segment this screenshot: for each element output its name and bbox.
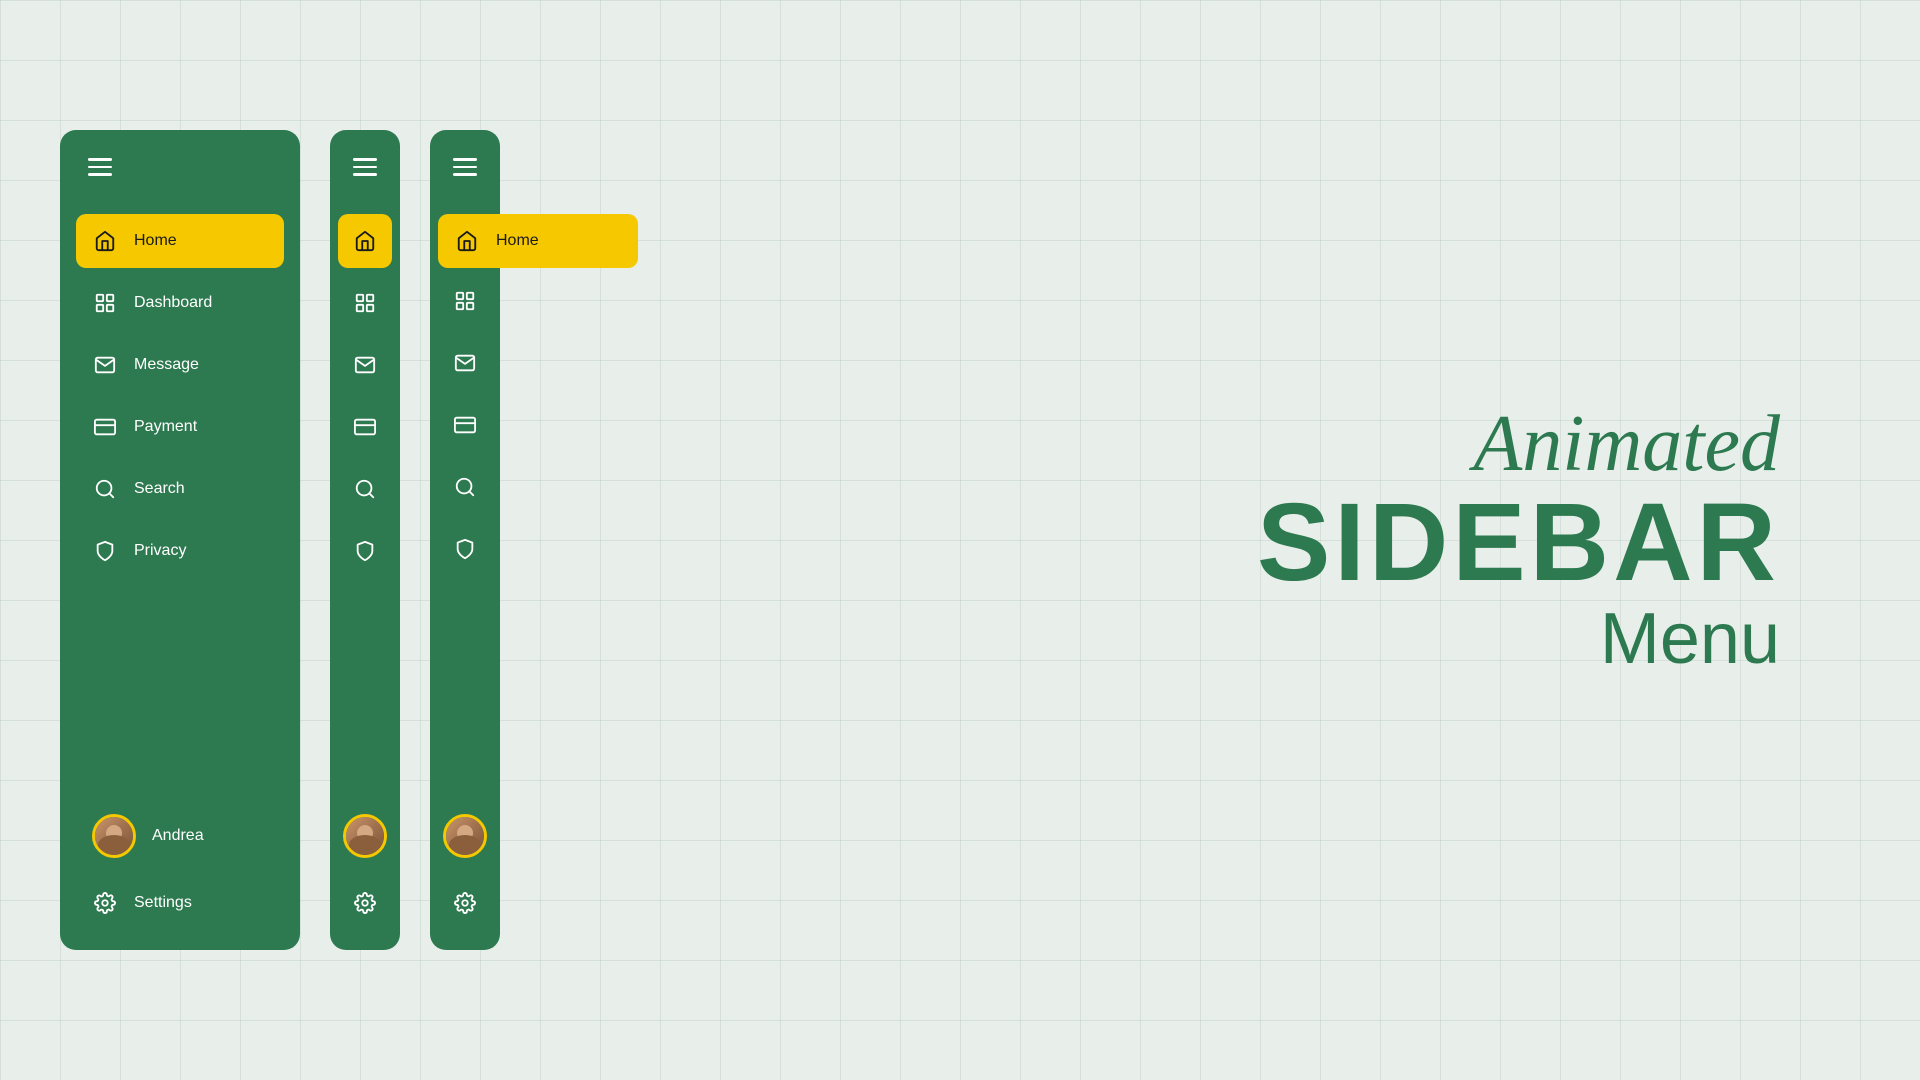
nav-item-settings-3[interactable] xyxy=(438,876,492,930)
search-icon-3 xyxy=(452,474,478,500)
avatar-image xyxy=(95,817,133,855)
user-profile-item-3[interactable] xyxy=(433,804,497,868)
nav-label-search: Search xyxy=(134,480,185,498)
sidebar-bottom-3 xyxy=(430,804,500,930)
nav-item-message[interactable]: Message xyxy=(76,338,284,392)
sidebar-bottom-2 xyxy=(330,804,400,930)
nav-item-home-2[interactable] xyxy=(338,214,392,268)
nav-item-dashboard[interactable]: Dashboard xyxy=(76,276,284,330)
hamburger-line-2 xyxy=(88,166,112,169)
settings-icon-3 xyxy=(452,890,478,916)
sidebar-icon-only xyxy=(330,130,400,950)
privacy-icon xyxy=(92,538,118,564)
settings-icon xyxy=(92,890,118,916)
hamburger-line-2-2 xyxy=(353,166,377,169)
nav-item-privacy-3[interactable] xyxy=(438,522,492,576)
avatar-image-3 xyxy=(446,817,484,855)
nav-item-message-3[interactable] xyxy=(438,336,492,390)
hamburger-line-2-3 xyxy=(353,173,377,176)
nav-item-home[interactable]: Home xyxy=(76,214,284,268)
nav-item-search-2[interactable] xyxy=(338,462,392,516)
sidebars-container: Home Dashboard xyxy=(60,30,500,1050)
nav-items-icon-only xyxy=(330,214,400,805)
nav-item-payment-2[interactable] xyxy=(338,400,392,454)
nav-item-privacy[interactable]: Privacy xyxy=(76,524,284,578)
heading-sidebar: SIDEBAR xyxy=(1257,488,1780,598)
hamburger-line-3-2 xyxy=(453,166,477,169)
nav-label-message: Message xyxy=(134,356,199,374)
hamburger-line-2-1 xyxy=(353,158,377,161)
privacy-icon-3 xyxy=(452,536,478,562)
message-icon-3 xyxy=(452,350,478,376)
hamburger-button[interactable] xyxy=(80,150,120,184)
sidebar-bottom-expanded: Andrea Settings xyxy=(76,804,284,930)
nav-item-payment[interactable]: Payment xyxy=(76,400,284,454)
main-content: Home Dashboard xyxy=(0,0,1920,1080)
heading-block: Animated SIDEBAR Menu xyxy=(1257,400,1780,680)
heading-menu: Menu xyxy=(1257,598,1780,680)
privacy-icon-2 xyxy=(352,538,378,564)
nav-label-settings: Settings xyxy=(134,894,192,912)
user-name: Andrea xyxy=(152,827,204,845)
message-icon-2 xyxy=(352,352,378,378)
hamburger-line-3-3 xyxy=(453,173,477,176)
nav-label-privacy: Privacy xyxy=(134,542,186,560)
search-icon xyxy=(92,476,118,502)
nav-item-payment-3[interactable] xyxy=(438,398,492,452)
nav-item-settings-2[interactable] xyxy=(338,876,392,930)
nav-label-payment: Payment xyxy=(134,418,197,436)
user-avatar-2 xyxy=(343,814,387,858)
user-profile-item-2[interactable] xyxy=(333,804,397,868)
user-avatar xyxy=(92,814,136,858)
hamburger-line-3 xyxy=(88,173,112,176)
dashboard-icon-3 xyxy=(452,288,478,314)
hamburger-button-2[interactable] xyxy=(345,150,385,184)
settings-icon-2 xyxy=(352,890,378,916)
payment-icon xyxy=(92,414,118,440)
nav-item-message-2[interactable] xyxy=(338,338,392,392)
right-text-section: Animated SIDEBAR Menu xyxy=(550,400,1860,680)
heading-animated: Animated xyxy=(1257,400,1780,488)
nav-item-home-3[interactable]: Home xyxy=(438,214,638,268)
sidebar-icon-only-home: Home xyxy=(430,130,500,950)
avatar-image-2 xyxy=(346,817,384,855)
home-icon-3 xyxy=(454,228,480,254)
nav-item-settings[interactable]: Settings xyxy=(76,876,284,930)
nav-label-dashboard: Dashboard xyxy=(134,294,212,312)
user-avatar-3 xyxy=(443,814,487,858)
payment-icon-3 xyxy=(452,412,478,438)
nav-items-3: Home xyxy=(430,214,500,805)
nav-item-dashboard-3[interactable] xyxy=(438,274,492,328)
hamburger-line-1 xyxy=(88,158,112,161)
hamburger-button-3[interactable] xyxy=(445,150,485,184)
nav-item-dashboard-2[interactable] xyxy=(338,276,392,330)
home-icon-2 xyxy=(352,228,378,254)
search-icon-2 xyxy=(352,476,378,502)
payment-icon-2 xyxy=(352,414,378,440)
message-icon xyxy=(92,352,118,378)
nav-label-home-3: Home xyxy=(496,232,539,250)
home-icon xyxy=(92,228,118,254)
nav-items-expanded: Home Dashboard xyxy=(76,214,284,805)
nav-item-search-3[interactable] xyxy=(438,460,492,514)
nav-item-search[interactable]: Search xyxy=(76,462,284,516)
dashboard-icon-2 xyxy=(352,290,378,316)
dashboard-icon xyxy=(92,290,118,316)
nav-item-privacy-2[interactable] xyxy=(338,524,392,578)
user-profile-item[interactable]: Andrea xyxy=(76,804,284,868)
nav-label-home: Home xyxy=(134,232,177,250)
hamburger-line-3-1 xyxy=(453,158,477,161)
sidebar-expanded: Home Dashboard xyxy=(60,130,300,950)
home-item-container: Home xyxy=(438,214,492,266)
